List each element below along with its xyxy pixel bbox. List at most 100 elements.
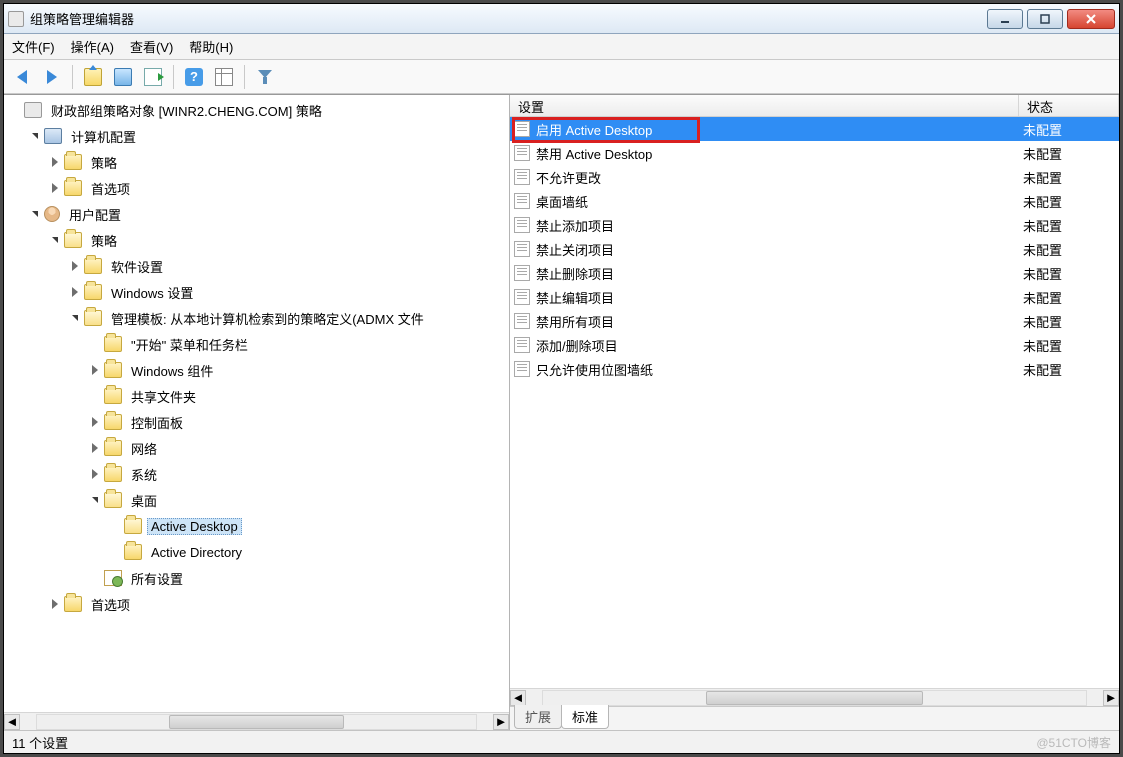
show-hide-tree-button[interactable] — [109, 63, 137, 91]
app-icon — [8, 11, 24, 27]
folder-icon — [124, 518, 142, 534]
tree-item[interactable]: 共享文件夹 — [84, 383, 509, 409]
titlebar: 组策略管理编辑器 — [4, 4, 1119, 34]
list-header: 设置 状态 — [510, 95, 1119, 117]
setting-state: 未配置 — [1023, 120, 1119, 139]
arrow-left-icon — [17, 70, 27, 84]
filter-button[interactable] — [251, 63, 279, 91]
tree-active-desktop[interactable]: Active Desktop — [104, 513, 509, 539]
help-button[interactable]: ? — [180, 63, 208, 91]
folder-icon — [104, 492, 122, 508]
tree-hscroll[interactable]: ◄► — [4, 712, 509, 730]
setting-state: 未配置 — [1023, 312, 1119, 331]
tree-pane: 财政部组策略对象 [WINR2.CHENG.COM] 策略 计算机配置 — [4, 95, 510, 730]
setting-icon — [514, 193, 530, 209]
tree-item[interactable]: 策略 — [44, 149, 509, 175]
setting-icon — [514, 241, 530, 257]
col-setting[interactable]: 设置 — [510, 95, 1019, 116]
folder-icon — [64, 154, 82, 170]
tree-all-settings[interactable]: 所有设置 — [84, 565, 509, 591]
menu-view[interactable]: 查看(V) — [130, 37, 173, 56]
list-row[interactable]: 不允许更改未配置 — [510, 165, 1119, 189]
forward-button[interactable] — [38, 63, 66, 91]
setting-name: 不允许更改 — [536, 168, 1023, 187]
tree-computer-config[interactable]: 计算机配置 — [24, 123, 509, 149]
setting-state: 未配置 — [1023, 288, 1119, 307]
tree-admin-templates[interactable]: 管理模板: 从本地计算机检索到的策略定义(ADMX 文件 — [64, 305, 509, 331]
menu-file[interactable]: 文件(F) — [12, 37, 55, 56]
tab-extended[interactable]: 扩展 — [514, 705, 562, 729]
properties-button[interactable] — [210, 63, 238, 91]
setting-name: 只允许使用位图墙纸 — [536, 360, 1023, 379]
setting-state: 未配置 — [1023, 168, 1119, 187]
setting-name: 启用 Active Desktop — [536, 120, 1023, 139]
tree-root[interactable]: 财政部组策略对象 [WINR2.CHENG.COM] 策略 — [4, 97, 509, 123]
setting-name: 禁止删除项目 — [536, 264, 1023, 283]
tree-user-config[interactable]: 用户配置 — [24, 201, 509, 227]
setting-state: 未配置 — [1023, 336, 1119, 355]
menu-action[interactable]: 操作(A) — [71, 37, 114, 56]
tree-item[interactable]: 首选项 — [44, 175, 509, 201]
tree-item[interactable]: 策略 — [44, 227, 509, 253]
back-button[interactable] — [8, 63, 36, 91]
folder-icon — [104, 362, 122, 378]
folder-icon — [104, 466, 122, 482]
tree-item[interactable]: 系统 — [84, 461, 509, 487]
setting-icon — [514, 265, 530, 281]
list-row[interactable]: 添加/删除项目未配置 — [510, 333, 1119, 357]
list-row[interactable]: 禁用 Active Desktop未配置 — [510, 141, 1119, 165]
tree-active-directory[interactable]: Active Directory — [104, 539, 509, 565]
folder-icon — [104, 388, 122, 404]
setting-icon — [514, 121, 530, 137]
tree-desktop[interactable]: 桌面 — [84, 487, 509, 513]
tree-item[interactable]: 软件设置 — [64, 253, 509, 279]
folder-icon — [84, 310, 102, 326]
tree-item[interactable]: Windows 组件 — [84, 357, 509, 383]
setting-state: 未配置 — [1023, 144, 1119, 163]
folder-icon — [104, 440, 122, 456]
setting-icon — [514, 313, 530, 329]
close-button[interactable] — [1067, 9, 1115, 29]
list-row[interactable]: 禁止关闭项目未配置 — [510, 237, 1119, 261]
list-row[interactable]: 禁止删除项目未配置 — [510, 261, 1119, 285]
setting-icon — [514, 289, 530, 305]
tree-item[interactable]: Windows 设置 — [64, 279, 509, 305]
export-button[interactable] — [139, 63, 167, 91]
list-hscroll[interactable]: ◄► — [510, 688, 1119, 706]
gpo-icon — [24, 102, 42, 118]
statusbar: 11 个设置 — [4, 730, 1119, 753]
col-state[interactable]: 状态 — [1019, 95, 1119, 116]
folder-icon — [84, 258, 102, 274]
tree-item[interactable]: "开始" 菜单和任务栏 — [84, 331, 509, 357]
list-row[interactable]: 桌面墙纸未配置 — [510, 189, 1119, 213]
tree-item[interactable]: 首选项 — [44, 591, 509, 617]
list-row[interactable]: 启用 Active Desktop未配置 — [510, 117, 1119, 141]
filter-icon — [256, 68, 274, 86]
setting-name: 禁止关闭项目 — [536, 240, 1023, 259]
tree-pane-icon — [114, 68, 132, 86]
list-row[interactable]: 禁止添加项目未配置 — [510, 213, 1119, 237]
up-button[interactable] — [79, 63, 107, 91]
tree-item[interactable]: 控制面板 — [84, 409, 509, 435]
list-row[interactable]: 只允许使用位图墙纸未配置 — [510, 357, 1119, 381]
setting-name: 禁用 Active Desktop — [536, 144, 1023, 163]
minimize-button[interactable] — [987, 9, 1023, 29]
setting-state: 未配置 — [1023, 264, 1119, 283]
status-text: 11 个设置 — [12, 733, 68, 752]
menubar: 文件(F) 操作(A) 查看(V) 帮助(H) — [4, 34, 1119, 60]
list-row[interactable]: 禁止编辑项目未配置 — [510, 285, 1119, 309]
menu-help[interactable]: 帮助(H) — [189, 37, 233, 56]
export-icon — [144, 68, 162, 86]
user-icon — [44, 206, 60, 222]
folder-icon — [124, 544, 142, 560]
tree-item[interactable]: 网络 — [84, 435, 509, 461]
setting-state: 未配置 — [1023, 192, 1119, 211]
folder-icon — [104, 336, 122, 352]
maximize-button[interactable] — [1027, 9, 1063, 29]
setting-state: 未配置 — [1023, 216, 1119, 235]
setting-name: 桌面墙纸 — [536, 192, 1023, 211]
setting-icon — [514, 337, 530, 353]
list-row[interactable]: 禁用所有项目未配置 — [510, 309, 1119, 333]
setting-name: 禁止添加项目 — [536, 216, 1023, 235]
tab-standard[interactable]: 标准 — [561, 705, 609, 729]
